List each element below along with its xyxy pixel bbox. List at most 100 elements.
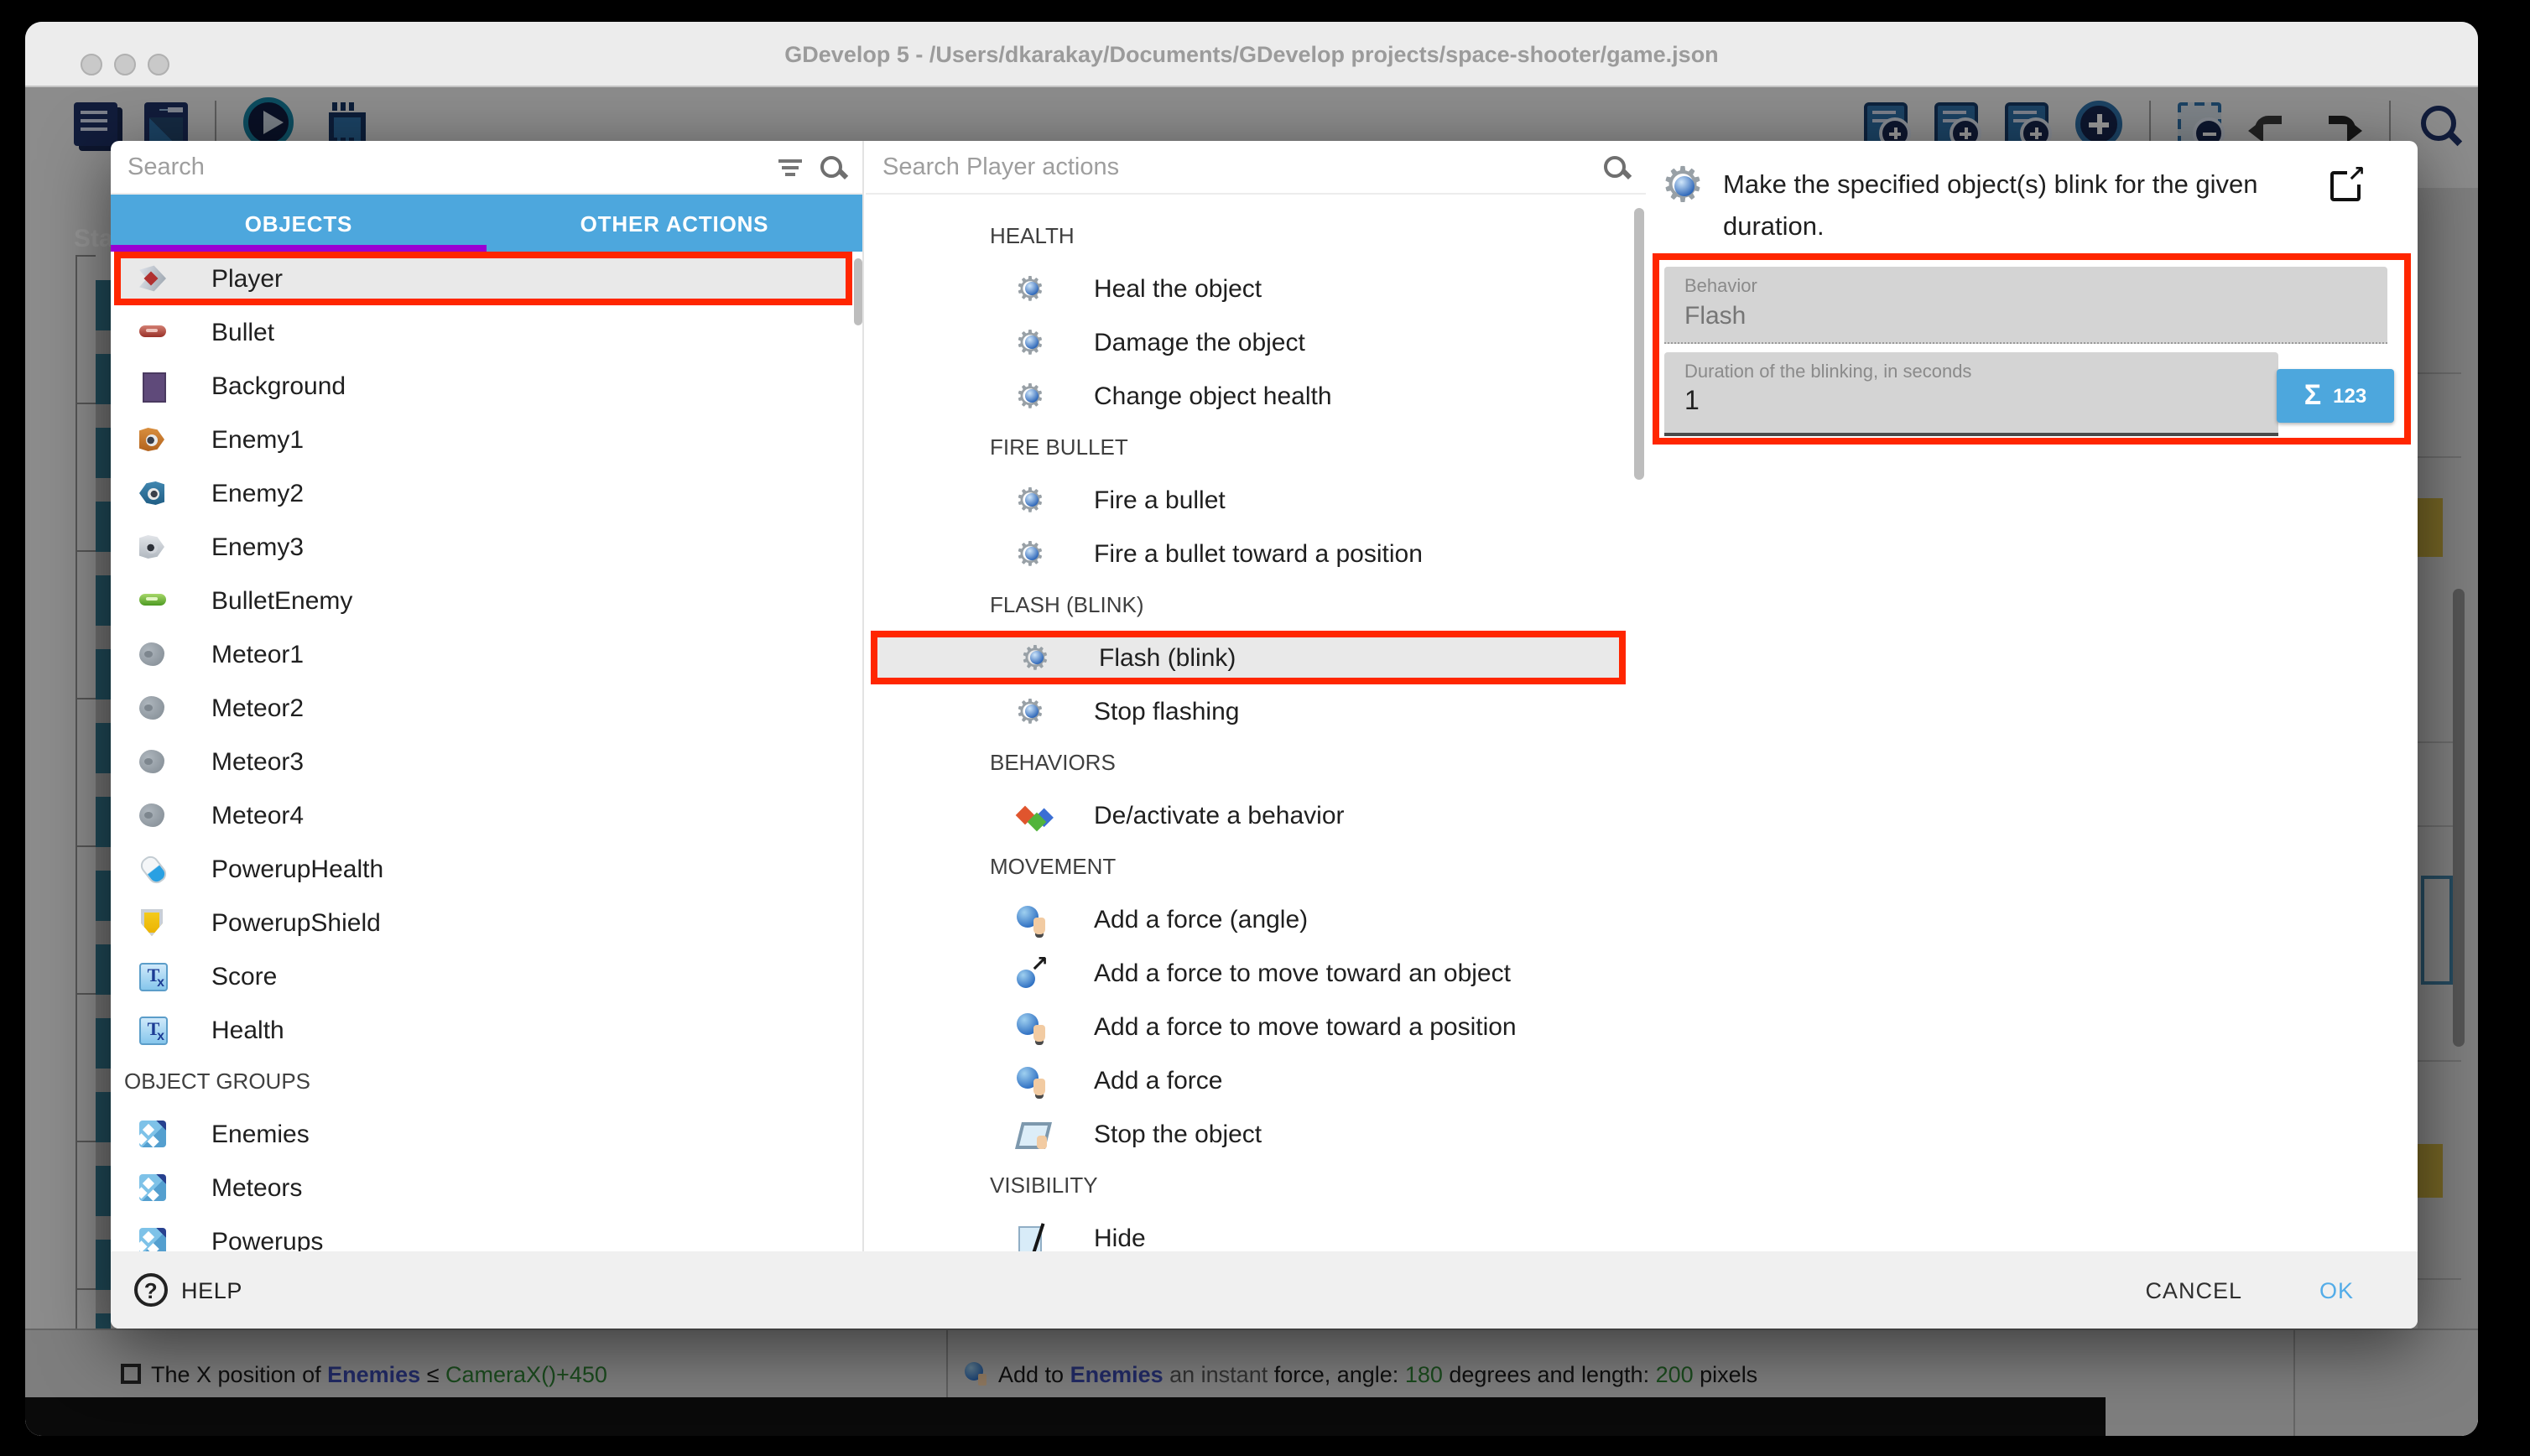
item-label: Meteor3 [211,747,304,776]
tab-objects[interactable]: OBJECTS [111,195,487,252]
help-icon: ? [134,1273,168,1307]
object-row-meteor3[interactable]: Meteor3 [114,735,852,788]
bullet-icon [138,317,168,347]
object-row-enemy3[interactable]: Enemy3 [114,520,852,574]
item-label: Add a force to move toward a position [1094,1012,1517,1041]
force-icon [1017,1011,1047,1042]
item-label: Add a force [1094,1066,1222,1095]
objects-tabs: OBJECTS OTHER ACTIONS [111,195,862,252]
action-row-fire-a-bullet[interactable]: Fire a bullet [866,473,1626,527]
object-row-bulletenemy[interactable]: BulletEnemy [114,574,852,627]
item-label: Score [211,962,277,991]
section-header-movement: MOVEMENT [866,842,1646,892]
object-row-health[interactable]: Health [114,1003,852,1057]
action-row-add-a-force-to-move-toward-an-object[interactable]: Add a force to move toward an object [866,946,1626,1000]
shield-icon [138,907,168,938]
object-row-background[interactable]: Background [114,359,852,413]
window-title: GDevelop 5 - /Users/dkarakay/Documents/G… [25,22,2478,87]
group-icon [138,1119,168,1149]
behavior-label: Behavior [1684,277,2367,297]
expression-builder-button[interactable]: Σ 123 [2277,369,2394,423]
item-label: De/activate a behavior [1094,801,1345,829]
duration-field[interactable]: Duration of the blinking, in seconds 1 [1664,352,2278,436]
object-row-meteor4[interactable]: Meteor4 [114,788,852,842]
gear-icon [1017,273,1047,304]
background-icon [138,371,168,401]
object-groups-header: OBJECT GROUPS [111,1057,862,1107]
group-icon [138,1226,168,1251]
filter-icon[interactable] [778,157,802,177]
parameters-highlight-box: Behavior Flash Duration of the blinking,… [1653,253,2411,445]
group-row-enemies[interactable]: Enemies [114,1107,852,1161]
object-row-enemy1[interactable]: Enemy1 [114,413,852,466]
actions-scrollbar[interactable] [1634,208,1644,480]
object-list: Player Bullet Background Enemy1 Enemy2 Enemy3… [111,252,862,1251]
action-row-de-activate-a-behavior[interactable]: De/activate a behavior [866,788,1626,842]
enemy2-icon [138,478,168,508]
actions-search-input[interactable] [882,153,1585,180]
stop-icon [1017,1119,1047,1149]
object-row-enemy2[interactable]: Enemy2 [114,466,852,520]
gear-icon [1022,642,1052,673]
action-row-flash-blink[interactable]: Flash (blink) [871,631,1626,684]
action-row-fire-a-bullet-toward-a-position[interactable]: Fire a bullet toward a position [866,527,1626,580]
tab-other-actions[interactable]: OTHER ACTIONS [487,195,862,252]
object-row-powerupshield[interactable]: PowerupShield [114,896,852,949]
item-label: BulletEnemy [211,586,352,615]
action-row-change-object-health[interactable]: Change object health [866,369,1626,423]
item-label: Background [211,372,346,400]
search-icon [819,153,846,180]
dialog-footer: ? HELP CANCEL OK [111,1251,2418,1329]
player-icon [138,263,168,294]
action-row-heal-the-object[interactable]: Heal the object [866,262,1626,315]
item-label: Add a force to move toward an object [1094,959,1511,987]
item-label: Enemy2 [211,479,304,507]
gear-icon [1017,485,1047,515]
action-row-stop-the-object[interactable]: Stop the object [866,1107,1626,1161]
screen: GDevelop 5 - /Users/dkarakay/Documents/G… [0,0,2530,1456]
cancel-button[interactable]: CANCEL [2128,1264,2259,1316]
objects-search-row [111,141,862,195]
item-label: Meteor1 [211,640,304,668]
gear-icon [1017,538,1047,569]
object-row-meteor2[interactable]: Meteor2 [114,681,852,735]
item-label: Meteor2 [211,694,304,722]
action-row-add-a-force-to-move-toward-a-position[interactable]: Add a force to move toward a position [866,1000,1626,1053]
item-label: Stop the object [1094,1120,1262,1148]
action-row-stop-flashing[interactable]: Stop flashing [866,684,1626,738]
item-label: Fire a bullet toward a position [1094,539,1423,568]
object-row-meteor1[interactable]: Meteor1 [114,627,852,681]
item-label: Player [211,264,283,293]
actions-search-row [866,141,1646,195]
action-row-add-a-force[interactable]: Add a force [866,1053,1626,1107]
action-row-hide[interactable]: Hide [866,1211,1626,1251]
search-icon [1602,153,1629,180]
meteor-icon [138,800,168,830]
object-row-poweruphealth[interactable]: PowerupHealth [114,842,852,896]
objects-scrollbar[interactable] [854,258,862,325]
group-row-meteors[interactable]: Meteors [114,1161,852,1214]
sigma-icon: Σ [2304,379,2321,413]
item-label: Damage the object [1094,328,1305,356]
actions-list: HEALTHHeal the object Damage the object Ch… [866,201,1646,1251]
item-label: Powerups [211,1227,323,1251]
object-row-bullet[interactable]: Bullet [114,305,852,359]
help-button[interactable]: ? HELP [134,1273,242,1307]
gear-icon [1017,381,1047,411]
section-header-health: HEALTH [866,211,1646,262]
behavior-field[interactable]: Behavior Flash [1664,267,2387,344]
action-row-damage-the-object[interactable]: Damage the object [866,315,1626,369]
group-row-powerups[interactable]: Powerups [114,1214,852,1251]
objects-search-input[interactable] [128,153,762,180]
object-row-player[interactable]: Player [114,252,852,305]
action-detail-panel: Make the specified object(s) blink for t… [1649,141,2418,1251]
enemy3-icon [138,532,168,562]
bullet-enemy-icon [138,585,168,616]
force-object-icon [1017,958,1047,988]
open-in-new-icon[interactable] [2330,171,2361,201]
gear-icon [1017,327,1047,357]
hide-icon [1017,1223,1047,1251]
ok-button[interactable]: OK [2303,1264,2371,1316]
action-row-add-a-force-angle[interactable]: Add a force (angle) [866,892,1626,946]
object-row-score[interactable]: Score [114,949,852,1003]
